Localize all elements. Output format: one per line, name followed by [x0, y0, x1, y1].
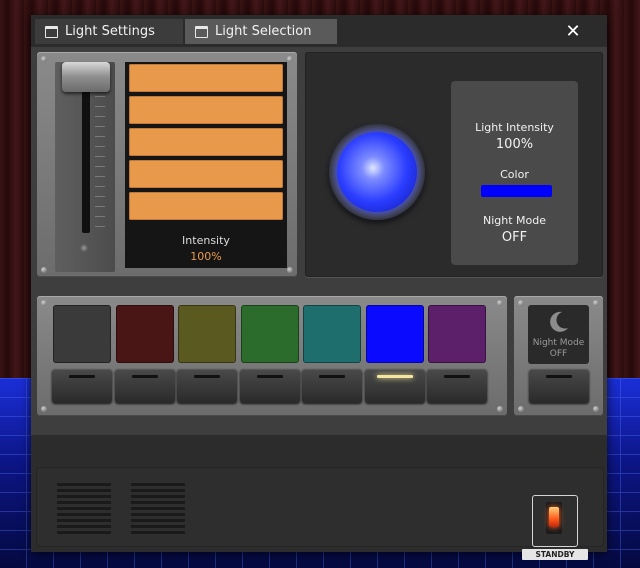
color-pad[interactable]: [53, 305, 111, 363]
intensity-bar-segment: [129, 96, 283, 124]
intensity-meter: Intensity 100%: [125, 62, 287, 268]
speaker-panel: [36, 467, 604, 547]
key-indicator: [69, 375, 95, 378]
vent-slot: [57, 483, 111, 486]
screw: [41, 406, 47, 412]
color-selection-plate: [37, 296, 507, 416]
intensity-label: Intensity: [182, 234, 230, 247]
intensity-value: 100%: [190, 250, 222, 263]
console-body: Intensity 100% Light Intensity 100% Colo…: [31, 47, 607, 560]
screw: [41, 267, 47, 273]
color-pad[interactable]: [303, 305, 361, 363]
color-select-key[interactable]: [427, 369, 487, 403]
color-pad[interactable]: [115, 305, 174, 363]
key-indicator: [194, 375, 220, 378]
light-bulb: [337, 132, 417, 212]
intensity-bar-segment: [129, 192, 283, 220]
color-pad[interactable]: [428, 305, 486, 363]
color-label: Color: [500, 168, 529, 181]
night-mode-value: OFF: [501, 230, 528, 245]
vent-slot: [131, 513, 185, 516]
intensity-bar-segment: [129, 128, 283, 156]
screw: [287, 267, 293, 273]
screw: [287, 56, 293, 62]
screw: [593, 300, 599, 306]
vent-slot: [57, 531, 111, 534]
color-select-key[interactable]: [364, 369, 425, 403]
moon-icon: [550, 311, 568, 332]
color-select-key[interactable]: [52, 369, 112, 403]
light-intensity-value: 100%: [495, 137, 534, 152]
standby-switch[interactable]: [546, 502, 562, 534]
screw: [497, 406, 503, 412]
close-button[interactable]: ✕: [539, 15, 607, 47]
intensity-bar-segment: [129, 64, 283, 92]
window-icon: [45, 25, 58, 38]
slider-ticks: [95, 96, 105, 236]
key-indicator: [319, 375, 345, 378]
screw: [518, 406, 524, 412]
color-select-key[interactable]: [114, 369, 175, 403]
color-swatch: [481, 185, 552, 197]
slider-handle[interactable]: [62, 62, 110, 92]
night-mode-button-state: OFF: [549, 349, 568, 359]
vent-slot: [57, 513, 111, 516]
screw: [497, 300, 503, 306]
vent-slot: [131, 483, 185, 486]
night-mode-button-label: Night Mode: [532, 338, 585, 348]
color-pad[interactable]: [240, 305, 299, 363]
intensity-plate: Intensity 100%: [37, 52, 297, 277]
key-indicator-lit: [376, 375, 413, 378]
slider-knob: [80, 244, 88, 252]
night-mode-display: Night Mode OFF: [528, 305, 589, 364]
title-bar: Light Settings Light Selection ✕: [31, 15, 607, 47]
key-indicator: [131, 375, 158, 378]
color-select-key[interactable]: [177, 369, 237, 403]
slider-slot: [82, 68, 90, 233]
vent-slot: [57, 525, 111, 528]
close-icon: ✕: [565, 20, 581, 42]
screw: [41, 300, 47, 306]
color-select-key[interactable]: [239, 369, 300, 403]
tab-light-selection[interactable]: Light Selection: [185, 19, 337, 44]
standby-label: STANDBY: [522, 549, 588, 560]
night-mode-key[interactable]: [529, 369, 589, 403]
screw: [593, 406, 599, 412]
intensity-slider[interactable]: [55, 62, 115, 272]
tab-label: Light Settings: [65, 24, 155, 39]
vent-slot: [131, 531, 185, 534]
screw: [41, 56, 47, 62]
night-mode-plate: Night Mode OFF: [514, 296, 603, 416]
color-select-key[interactable]: [302, 369, 362, 403]
vent-slot: [131, 501, 185, 504]
night-mode-label: Night Mode: [482, 214, 547, 227]
intensity-bar-segment: [129, 160, 283, 188]
key-indicator: [546, 375, 572, 378]
screw: [518, 300, 524, 306]
tab-label: Light Selection: [215, 24, 312, 39]
vent-slot: [57, 489, 111, 492]
color-pad[interactable]: [178, 305, 236, 363]
key-indicator: [444, 375, 470, 378]
standby-lamp: [549, 507, 559, 527]
light-info-card: Light Intensity 100% Color Night Mode OF…: [451, 81, 578, 265]
light-intensity-label: Light Intensity: [475, 121, 554, 134]
vent-slot: [57, 501, 111, 504]
vent-slot: [57, 495, 111, 498]
vent-slot: [131, 489, 185, 492]
key-indicator: [256, 375, 283, 378]
vent-slot: [57, 519, 111, 522]
vent-slot: [131, 495, 185, 498]
color-pad[interactable]: [365, 305, 424, 363]
light-control-window: Light Settings Light Selection ✕ Intensi…: [31, 15, 607, 560]
bulb-housing: [329, 124, 425, 220]
vent-slot: [131, 507, 185, 510]
tab-light-settings[interactable]: Light Settings: [35, 19, 183, 44]
vent-slot: [131, 525, 185, 528]
vent-slot: [57, 507, 111, 510]
window-icon: [195, 25, 208, 38]
vent-slot: [131, 519, 185, 522]
